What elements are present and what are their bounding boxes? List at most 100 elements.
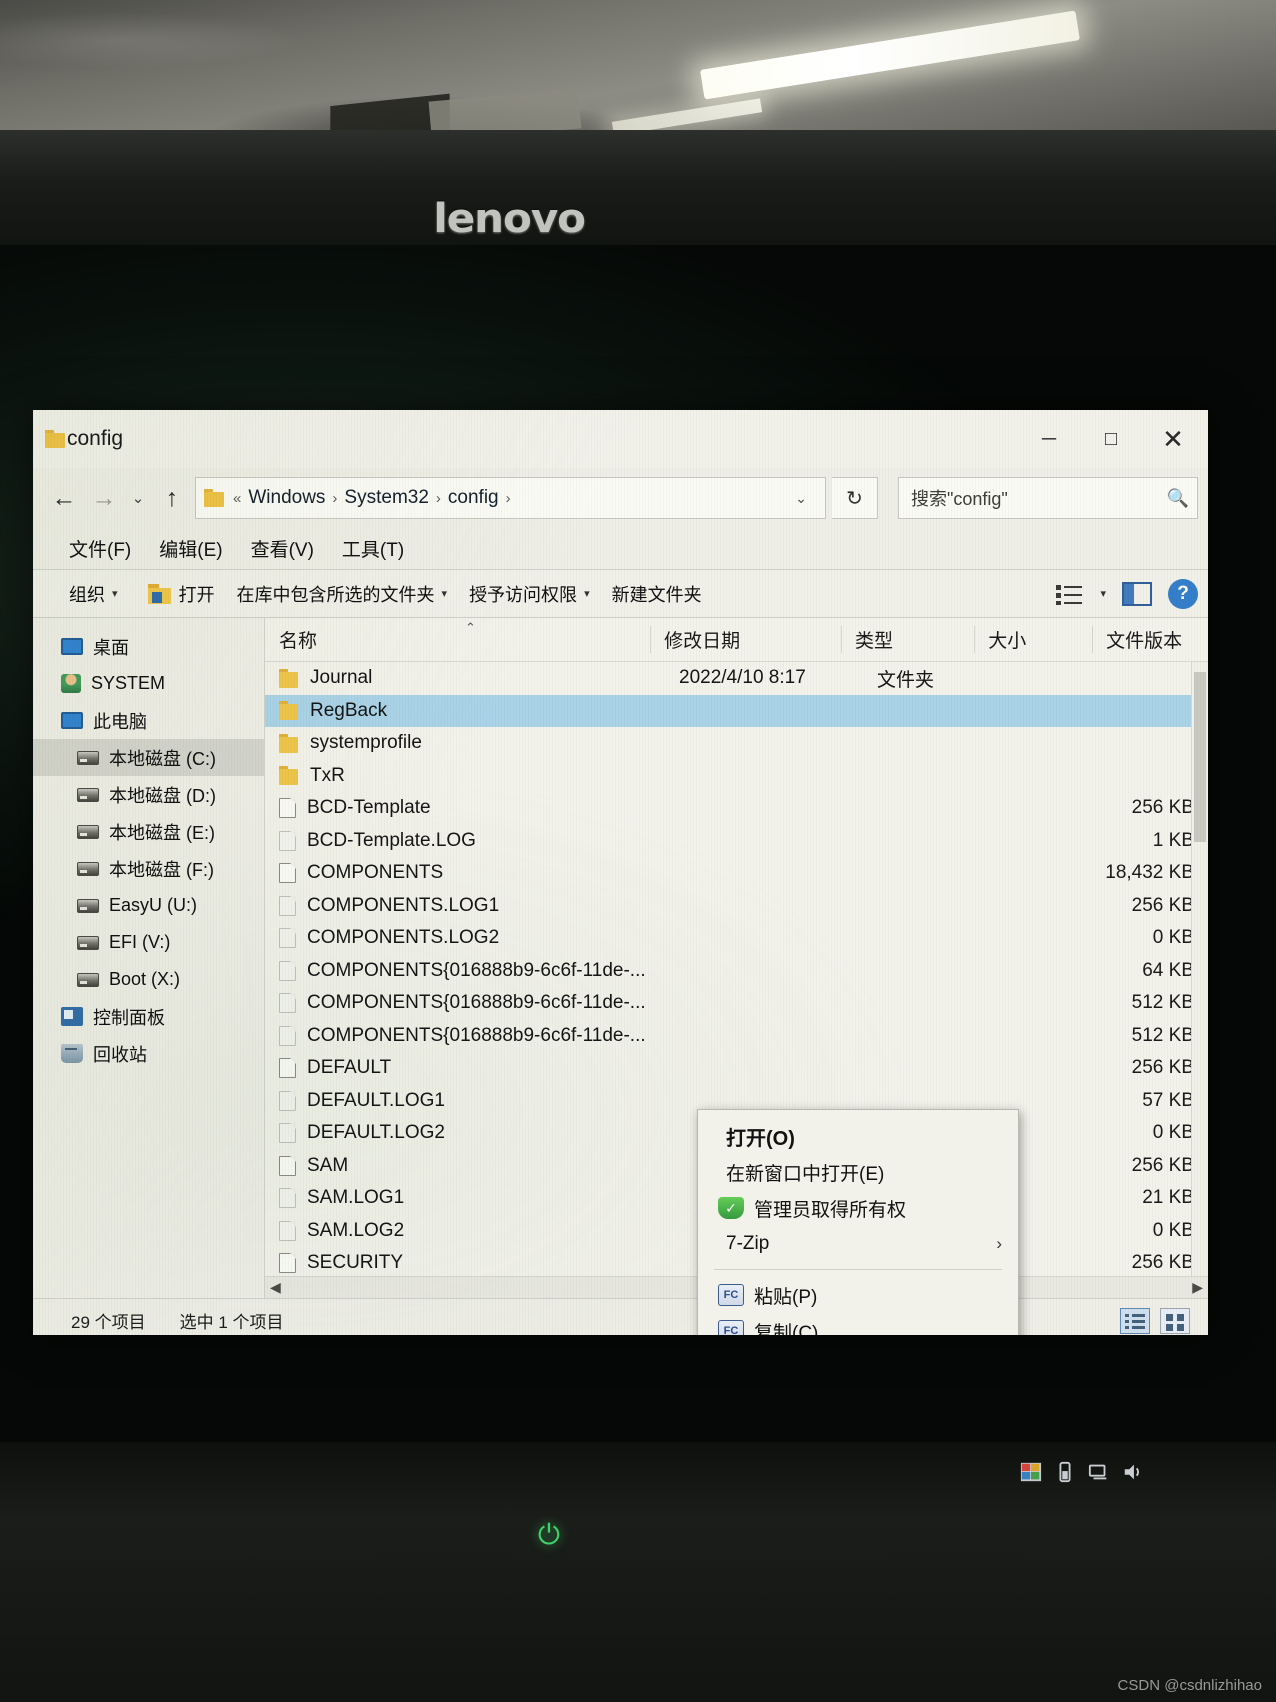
- file-name-cell: COMPONENTS{016888b9-6c6f-11de-...: [265, 960, 665, 982]
- column-header-date[interactable]: 修改日期: [650, 618, 841, 661]
- sidebar-item-drive-f[interactable]: 本地磁盘 (F:): [33, 850, 264, 887]
- vertical-scrollbar[interactable]: [1191, 662, 1208, 1276]
- file-icon: [279, 895, 296, 916]
- folder-icon: [279, 668, 299, 688]
- search-box[interactable]: 搜索"config" 🔍: [898, 477, 1198, 519]
- new-folder-button[interactable]: 新建文件夹: [612, 581, 724, 607]
- context-menu-label: 在新窗口中打开(E): [726, 1163, 885, 1185]
- breadcrumb-separator[interactable]: ›: [436, 490, 441, 507]
- sidebar-item-desktop[interactable]: 桌面: [33, 628, 264, 665]
- column-header-type[interactable]: 类型: [841, 618, 974, 661]
- photos-tray-icon[interactable]: [1020, 1461, 1042, 1483]
- chevron-right-icon: ›: [996, 1234, 1002, 1253]
- context-menu-label: 复制(C): [754, 1322, 819, 1336]
- watermark-text: CSDN @csdnlizhihao: [1117, 1677, 1262, 1694]
- file-name-cell: DEFAULT: [265, 1057, 665, 1079]
- close-button[interactable]: ✕: [1142, 410, 1204, 468]
- file-name: SAM.LOG2: [307, 1219, 405, 1241]
- sidebar-item-control-panel[interactable]: 控制面板: [33, 998, 264, 1035]
- chevron-down-icon[interactable]: ⌄: [785, 490, 817, 507]
- share-with-button[interactable]: 授予访问权限 ▾: [469, 581, 612, 607]
- menu-edit[interactable]: 编辑(E): [159, 535, 222, 562]
- file-name: systemprofile: [310, 732, 422, 754]
- sidebar-item-label: SYSTEM: [91, 673, 166, 693]
- file-size: 0 KB: [1152, 1122, 1194, 1143]
- scroll-right-arrow-icon[interactable]: ▶: [1192, 1279, 1203, 1296]
- scrollbar-thumb[interactable]: [1194, 672, 1206, 842]
- file-name: TxR: [310, 764, 345, 786]
- monitor-brand-logo: lenovo: [433, 196, 586, 242]
- file-name: SAM.LOG1: [307, 1187, 405, 1209]
- file-icon: [279, 1123, 296, 1144]
- menu-tools[interactable]: 工具(T): [342, 535, 404, 562]
- open-button[interactable]: 打开: [147, 581, 237, 607]
- breadcrumb-windows[interactable]: Windows: [248, 487, 325, 509]
- back-button[interactable]: ←: [47, 481, 81, 515]
- column-header-size[interactable]: 大小: [974, 618, 1092, 661]
- search-icon[interactable]: 🔍: [1167, 488, 1189, 509]
- view-toggle-group: [1120, 1307, 1208, 1334]
- sidebar-item-drive-x[interactable]: Boot (X:): [33, 961, 264, 998]
- chevron-down-icon[interactable]: ▾: [1100, 587, 1106, 600]
- menu-file[interactable]: 文件(F): [69, 535, 131, 562]
- forward-button[interactable]: →: [87, 481, 121, 515]
- sidebar-item-system[interactable]: SYSTEM: [33, 665, 264, 702]
- power-button-led[interactable]: ⏻: [536, 1520, 562, 1550]
- file-size: 0 KB: [1152, 927, 1194, 948]
- up-button[interactable]: ↑: [155, 481, 189, 515]
- context-menu-item-open[interactable]: 打开(O): [698, 1118, 1018, 1154]
- file-name-cell: COMPONENTS{016888b9-6c6f-11de-...: [265, 992, 665, 1014]
- battery-tray-icon[interactable]: [1054, 1461, 1076, 1483]
- recent-locations-button[interactable]: ⌄: [127, 481, 149, 515]
- refresh-button[interactable]: ↻: [832, 477, 878, 519]
- fc-icon: [718, 1320, 744, 1335]
- file-icon: [279, 1058, 296, 1079]
- file-name-cell: SECURITY: [265, 1252, 665, 1274]
- sidebar-item-drive-v[interactable]: EFI (V:): [33, 924, 264, 961]
- context-menu-separator: [714, 1269, 1002, 1270]
- maximize-button[interactable]: □: [1080, 410, 1142, 468]
- context-menu-item-fc-copy[interactable]: 复制(C): [698, 1313, 1018, 1335]
- breadcrumb-separator[interactable]: ›: [332, 490, 337, 507]
- breadcrumb-separator[interactable]: ›: [506, 490, 511, 507]
- network-tray-icon[interactable]: [1088, 1461, 1110, 1483]
- volume-tray-icon[interactable]: [1122, 1461, 1144, 1483]
- sidebar-item-drive-c[interactable]: 本地磁盘 (C:): [33, 739, 264, 776]
- sidebar-item-this-pc[interactable]: 此电脑: [33, 702, 264, 739]
- file-name-cell: COMPONENTS.LOG2: [265, 927, 665, 949]
- include-in-library-button[interactable]: 在库中包含所选的文件夹 ▾: [237, 581, 470, 607]
- large-icons-view-button[interactable]: [1160, 1307, 1190, 1334]
- folder-icon: [279, 766, 299, 786]
- file-icon: [279, 830, 296, 851]
- preview-pane-icon[interactable]: [1122, 581, 1152, 606]
- file-name-cell: COMPONENTS{016888b9-6c6f-11de-...: [265, 1025, 665, 1047]
- help-icon[interactable]: ?: [1168, 578, 1198, 609]
- breadcrumb-bar[interactable]: « Windows › System32 › config › ⌄: [195, 477, 826, 519]
- column-header-version[interactable]: 文件版本: [1092, 618, 1208, 661]
- file-icon: [279, 960, 296, 981]
- scroll-left-arrow-icon[interactable]: ◀: [270, 1279, 281, 1296]
- sidebar-item-label: EasyU (U:): [109, 895, 198, 915]
- sidebar-item-drive-d[interactable]: 本地磁盘 (D:): [33, 776, 264, 813]
- context-menu-item-take-ownership[interactable]: 管理员取得所有权: [698, 1190, 1018, 1226]
- file-name-cell: TxR: [265, 765, 665, 787]
- menu-view[interactable]: 查看(V): [251, 535, 314, 562]
- organize-button[interactable]: 组织 ▾: [69, 581, 148, 607]
- sidebar-item-recycle-bin[interactable]: 回收站: [33, 1035, 264, 1072]
- minimize-button[interactable]: ─: [1018, 410, 1080, 468]
- context-menu-item-7zip[interactable]: 7-Zip ›: [698, 1226, 1018, 1262]
- sidebar-item-drive-e[interactable]: 本地磁盘 (E:): [33, 813, 264, 850]
- breadcrumb-config[interactable]: config: [448, 487, 499, 509]
- item-count-text: 29 个项目: [71, 1313, 146, 1332]
- column-header-name[interactable]: 名称: [265, 618, 650, 661]
- view-options-icon[interactable]: [1056, 583, 1084, 605]
- details-view-button[interactable]: [1120, 1307, 1150, 1334]
- selection-text: 选中 1 个项目: [179, 1313, 284, 1332]
- sidebar-item-label: 桌面: [93, 637, 129, 658]
- sidebar-item-drive-u[interactable]: EasyU (U:): [33, 887, 264, 924]
- system-tray[interactable]: [1020, 1452, 1180, 1492]
- context-menu-item-fc-paste[interactable]: 粘贴(P): [698, 1277, 1018, 1313]
- search-input[interactable]: 搜索"config": [911, 485, 1008, 511]
- context-menu-item-open-new-window[interactable]: 在新窗口中打开(E): [698, 1154, 1018, 1190]
- breadcrumb-system32[interactable]: System32: [344, 487, 428, 509]
